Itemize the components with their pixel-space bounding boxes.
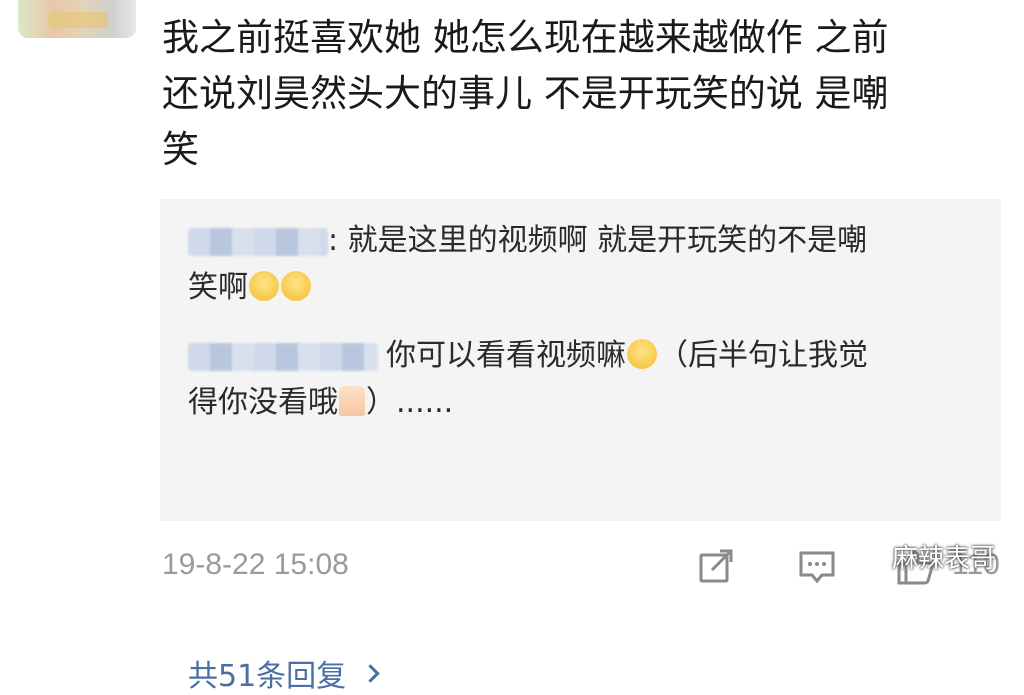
comment-icon[interactable]: [798, 548, 836, 590]
watermark: 麻辣表哥: [852, 538, 996, 575]
avatar[interactable]: [18, 0, 136, 38]
reply-preview-box[interactable]: : 就是这里的视频啊 就是开玩笑的不是嘲 笑啊 你可以看看视频嘛 （后半句让我觉 …: [160, 199, 1001, 694]
reply-text: : 就是这里的视频啊 就是开玩笑的不是嘲: [328, 223, 868, 258]
comment-line: 还说刘昊然头大的事儿 不是开玩笑的说 是嘲: [162, 72, 889, 115]
reply-text: （后半句让我觉: [658, 338, 868, 373]
comment-line: 我之前挺喜欢她 她怎么现在越来越做作 之前: [162, 16, 889, 59]
wechat-logo-icon: [853, 544, 885, 568]
comment-timestamp: 19-8-22 15:08: [162, 548, 349, 581]
flushed-emoji-icon: [249, 271, 279, 301]
flushed-emoji-icon: [281, 271, 311, 301]
comment-line: 笑: [162, 128, 199, 171]
reply-text: 你可以看看视频嘛: [386, 338, 626, 373]
share-icon[interactable]: [698, 548, 734, 588]
watermark-text: 麻辣表哥: [892, 544, 997, 574]
reply-text: 笑啊: [188, 270, 248, 305]
pray-emoji-icon: [339, 386, 365, 416]
scared-emoji-icon: [627, 339, 657, 369]
chevron-right-icon: [361, 663, 380, 683]
reply-item[interactable]: : 就是这里的视频啊 就是开玩笑的不是嘲 笑啊: [188, 217, 978, 311]
reply-text: ）......: [366, 385, 454, 420]
more-replies-link[interactable]: 共51条回复: [188, 651, 380, 695]
reply-author-name[interactable]: [188, 227, 328, 256]
reply-author-name[interactable]: [188, 342, 378, 371]
reply-item[interactable]: 你可以看看视频嘛 （后半句让我觉 得你没看哦 ）......: [188, 332, 978, 426]
reply-text: 得你没看哦: [188, 385, 338, 420]
more-replies-label: 共51条回复: [188, 659, 347, 694]
comment-body: 我之前挺喜欢她 她怎么现在越来越做作 之前 还说刘昊然头大的事儿 不是开玩笑的说…: [162, 10, 982, 178]
